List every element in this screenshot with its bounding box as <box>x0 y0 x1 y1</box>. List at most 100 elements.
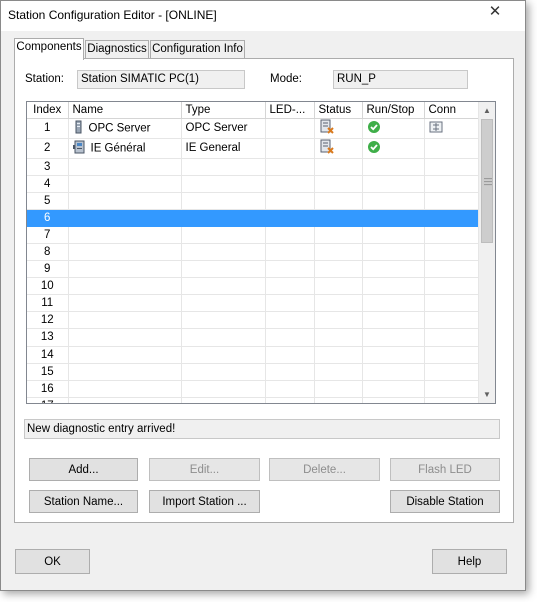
row-type <box>181 380 266 398</box>
table-row[interactable]: 10 <box>27 277 481 296</box>
row-run-stop-cell <box>362 397 425 403</box>
row-name-cell <box>68 328 182 347</box>
row-type <box>181 277 266 296</box>
row-index: 1 <box>27 118 69 139</box>
row-status-cell <box>314 294 363 313</box>
status-message: New diagnostic entry arrived! <box>24 419 500 439</box>
mode-label: Mode: <box>270 73 302 85</box>
table-row[interactable]: 4 <box>27 175 481 193</box>
flash-led-button[interactable]: Flash LED <box>390 458 500 481</box>
row-led <box>265 260 315 279</box>
import-station-button[interactable]: Import Station ... <box>149 490 260 513</box>
row-conn-cell <box>424 209 481 227</box>
tab-configuration-info[interactable]: Configuration Info <box>150 40 245 59</box>
row-name-cell: OPC Server <box>68 118 182 139</box>
add-button[interactable]: Add... <box>29 458 138 481</box>
table-row[interactable]: 12 <box>27 311 481 330</box>
tab-components[interactable]: Components <box>14 38 84 60</box>
row-led <box>265 175 315 193</box>
row-name-cell <box>68 209 182 227</box>
row-led <box>265 397 315 403</box>
row-conn-cell <box>424 226 481 244</box>
row-name: IE Général <box>90 142 146 155</box>
table-row[interactable]: 3 <box>27 158 481 176</box>
row-type <box>181 226 266 244</box>
table-row[interactable]: 8 <box>27 243 481 262</box>
title-bar[interactable]: Station Configuration Editor - [ONLINE] … <box>1 1 525 31</box>
column-header-conn[interactable]: Conn <box>424 102 481 119</box>
row-conn-cell <box>424 277 481 296</box>
row-index: 11 <box>27 294 69 313</box>
components-grid[interactable]: Index Name Type LED-... Status Run/Stop … <box>26 101 496 404</box>
disable-station-button[interactable]: Disable Station <box>390 490 500 513</box>
row-name-cell <box>68 226 182 244</box>
row-status-cell <box>314 277 363 296</box>
table-row[interactable]: 5 <box>27 192 481 210</box>
scroll-down-arrow-icon[interactable]: ▼ <box>479 386 495 403</box>
row-index: 10 <box>27 277 69 296</box>
row-run-stop-cell <box>362 260 425 279</box>
table-row[interactable]: 15 <box>27 363 481 381</box>
row-led <box>265 192 315 210</box>
row-led <box>265 328 315 347</box>
close-button[interactable]: ✕ <box>470 2 520 22</box>
station-name-button[interactable]: Station Name... <box>29 490 138 513</box>
row-index: 14 <box>27 346 69 364</box>
row-type <box>181 192 266 210</box>
table-row[interactable]: 6 <box>27 209 481 227</box>
row-led <box>265 243 315 262</box>
row-type <box>181 311 266 330</box>
row-index: 17 <box>27 397 69 403</box>
column-header-index[interactable]: Index <box>27 102 69 119</box>
tab-diagnostics[interactable]: Diagnostics <box>85 40 149 59</box>
scroll-up-arrow-icon[interactable]: ▲ <box>479 102 495 119</box>
row-status-cell <box>314 192 363 210</box>
row-status-cell <box>314 175 363 193</box>
row-status-cell <box>314 397 363 403</box>
scroll-thumb[interactable]: — — — <box>481 119 493 243</box>
row-led <box>265 138 315 159</box>
table-row[interactable]: 7 <box>27 226 481 244</box>
row-status-cell <box>314 328 363 347</box>
column-header-run-stop[interactable]: Run/Stop <box>362 102 425 119</box>
ok-button[interactable]: OK <box>15 549 90 574</box>
delete-button[interactable]: Delete... <box>269 458 380 481</box>
table-row[interactable]: 13 <box>27 328 481 347</box>
grid-header-row: Index Name Type LED-... Status Run/Stop … <box>27 102 481 119</box>
table-row[interactable]: 14 <box>27 346 481 364</box>
row-name-cell <box>68 158 182 176</box>
diagnostic-status-icon <box>319 119 335 138</box>
table-row[interactable]: 11 <box>27 294 481 313</box>
row-type <box>181 209 266 227</box>
table-row[interactable]: 1 OPC Server OPC Server <box>27 118 481 139</box>
row-index: 12 <box>27 311 69 330</box>
row-run-stop-cell <box>362 363 425 381</box>
column-header-name[interactable]: Name <box>68 102 182 119</box>
table-row[interactable]: 9 <box>27 260 481 279</box>
column-header-type[interactable]: Type <box>181 102 266 119</box>
row-name-cell <box>68 175 182 193</box>
row-run-stop-cell <box>362 328 425 347</box>
opc-server-icon <box>73 120 85 137</box>
row-led <box>265 346 315 364</box>
row-status-cell <box>314 158 363 176</box>
help-button[interactable]: Help <box>432 549 507 574</box>
column-header-led[interactable]: LED-... <box>265 102 315 119</box>
row-type <box>181 346 266 364</box>
column-header-status[interactable]: Status <box>314 102 363 119</box>
close-icon: ✕ <box>488 3 502 20</box>
row-led <box>265 294 315 313</box>
table-row[interactable]: 2 IE Général IE General <box>27 138 481 159</box>
row-name-cell <box>68 311 182 330</box>
mode-field: RUN_P <box>333 70 468 89</box>
connection-icon <box>429 120 443 137</box>
row-conn-cell <box>424 118 481 139</box>
row-type: OPC Server <box>181 118 266 139</box>
scroll-grip-icon: — — — <box>484 174 492 189</box>
row-conn-cell <box>424 346 481 364</box>
row-name-cell: IE Général <box>68 138 182 159</box>
edit-button[interactable]: Edit... <box>149 458 260 481</box>
vertical-scrollbar[interactable]: ▲ — — — ▼ <box>478 102 495 403</box>
table-row[interactable]: 17 <box>27 397 481 403</box>
table-row[interactable]: 16 <box>27 380 481 398</box>
